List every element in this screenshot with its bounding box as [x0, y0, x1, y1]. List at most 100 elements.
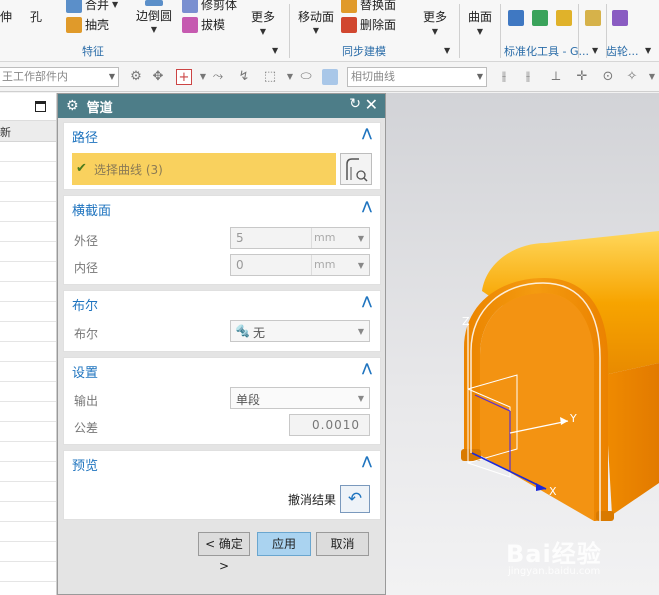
- select-part-icon[interactable]: ⚙: [128, 69, 144, 85]
- follow-fillet-icon[interactable]: ⫲: [520, 69, 536, 85]
- ribbon-shen[interactable]: 伸: [0, 8, 12, 25]
- ribbon-hole[interactable]: 孔: [30, 8, 42, 25]
- curve-rule-combo[interactable]: 相切曲线 ▼: [347, 67, 487, 87]
- list-item[interactable]: [0, 162, 56, 182]
- rectangle-select-icon[interactable]: ⬚: [262, 69, 278, 85]
- select-curve-field[interactable]: ✔ 选择曲线 (3): [72, 153, 336, 185]
- std-tool-1[interactable]: [508, 10, 524, 26]
- ribbon-edge-blend[interactable]: 边倒圆 ▼: [136, 0, 172, 34]
- section-header[interactable]: 布尔 ⋀: [64, 291, 380, 315]
- tolerance-input[interactable]: 0.0010: [289, 414, 370, 436]
- chevron-down-icon[interactable]: ▼: [282, 69, 298, 85]
- snap-options-icon[interactable]: ✧: [624, 69, 640, 85]
- chevron-down-icon[interactable]: ▼: [358, 234, 364, 243]
- group-expand-icon[interactable]: ▼: [444, 46, 450, 55]
- list-item[interactable]: [0, 462, 56, 482]
- chevron-down-icon: ▼: [476, 72, 483, 81]
- ribbon-shell[interactable]: 抽壳: [66, 16, 109, 33]
- group-expand-icon[interactable]: ▼: [272, 46, 278, 55]
- undo-result-button[interactable]: ↶: [340, 485, 370, 513]
- ribbon-more-1[interactable]: 更多 ▼: [251, 8, 275, 36]
- boolean-select[interactable]: 🔩 无 ▼: [230, 320, 370, 342]
- list-item[interactable]: [0, 222, 56, 242]
- list-item[interactable]: [0, 582, 56, 595]
- ribbon-delete-face[interactable]: 删除面: [341, 16, 396, 33]
- ok-button[interactable]: < 确定 >: [198, 532, 250, 573]
- list-item[interactable]: [0, 142, 56, 162]
- list-item[interactable]: [0, 202, 56, 222]
- gear-tool[interactable]: [612, 10, 628, 26]
- inner-diameter-input[interactable]: 0 mm ▼: [230, 254, 370, 276]
- select-face-icon[interactable]: ⬭: [298, 69, 314, 85]
- list-item[interactable]: [0, 402, 56, 422]
- ribbon-surface[interactable]: 曲面 ▼: [468, 8, 492, 36]
- snap-icon[interactable]: ✛: [574, 69, 590, 85]
- output-select[interactable]: 单段 ▼: [230, 387, 370, 409]
- ribbon-more-2[interactable]: 更多 ▼: [423, 8, 447, 36]
- outer-diameter-input[interactable]: 5 mm ▼: [230, 227, 370, 249]
- selection-scope-combo[interactable]: 王工作部件内 ▼: [0, 67, 119, 87]
- section-header[interactable]: 预览 ⋀: [64, 451, 380, 475]
- group-expand-icon[interactable]: ▼: [592, 46, 598, 55]
- stop-at-intersection-icon[interactable]: ⫲: [496, 69, 512, 85]
- axis-z-label: Z: [462, 315, 470, 328]
- select-edge-icon[interactable]: ⤳: [210, 69, 226, 85]
- ribbon-trim-body[interactable]: 修剪体: [182, 0, 237, 13]
- list-item[interactable]: [0, 522, 56, 542]
- list-item[interactable]: [0, 242, 56, 262]
- list-item[interactable]: [0, 382, 56, 402]
- chevron-up-icon[interactable]: ⋀: [362, 294, 372, 308]
- list-item[interactable]: [0, 262, 56, 282]
- gear-icon[interactable]: ⚙: [66, 98, 79, 114]
- curve-selection-button[interactable]: [340, 153, 372, 185]
- list-item[interactable]: [0, 282, 56, 302]
- list-item[interactable]: [0, 562, 56, 582]
- select-vertex-icon[interactable]: ↯: [236, 69, 252, 85]
- section-header[interactable]: 路径 ⋀: [64, 123, 380, 147]
- path-icon[interactable]: ⟂: [548, 69, 564, 85]
- model-view[interactable]: [386, 93, 659, 595]
- ribbon-draft[interactable]: 拔模: [182, 16, 225, 33]
- chevron-up-icon[interactable]: ⋀: [362, 361, 372, 375]
- navigator-column-header[interactable]: 新: [0, 121, 56, 142]
- list-item[interactable]: [0, 422, 56, 442]
- section-title: 设置: [72, 366, 99, 381]
- gear-tool-icon: [612, 10, 628, 26]
- reset-icon[interactable]: ↻: [349, 96, 361, 112]
- close-icon[interactable]: ✕: [365, 95, 378, 114]
- ribbon-unite[interactable]: 合并 ▼: [66, 0, 118, 13]
- chevron-down-icon[interactable]: ▼: [358, 261, 364, 270]
- list-item[interactable]: [0, 442, 56, 462]
- apply-button[interactable]: 应用: [257, 532, 311, 556]
- select-body-icon[interactable]: [322, 69, 338, 85]
- curve-icon: [346, 158, 368, 182]
- list-item[interactable]: [0, 302, 56, 322]
- group-expand-icon[interactable]: ▼: [645, 46, 651, 55]
- list-item[interactable]: [0, 542, 56, 562]
- chevron-up-icon[interactable]: ⋀: [362, 126, 372, 140]
- snap-point-icon[interactable]: +: [176, 69, 192, 85]
- section-header[interactable]: 设置 ⋀: [64, 358, 380, 382]
- select-feature-icon[interactable]: ✥: [150, 69, 166, 85]
- std-tool-3[interactable]: [556, 10, 572, 26]
- arc-center-icon[interactable]: ⊙: [600, 69, 616, 85]
- list-item[interactable]: [0, 362, 56, 382]
- std-tool-icon: [532, 10, 548, 26]
- list-item[interactable]: [0, 322, 56, 342]
- chevron-down-icon[interactable]: ▼: [644, 69, 659, 85]
- maximize-icon[interactable]: [35, 101, 46, 112]
- ribbon-move-face[interactable]: 移动面 ▼: [298, 8, 334, 35]
- chevron-down-icon[interactable]: ▼: [195, 69, 211, 85]
- cancel-button[interactable]: 取消: [316, 532, 369, 556]
- section-header[interactable]: 横截面 ⋀: [64, 196, 380, 220]
- chevron-up-icon[interactable]: ⋀: [362, 199, 372, 213]
- ribbon-replace-face[interactable]: 替换面: [341, 0, 396, 13]
- chevron-up-icon[interactable]: ⋀: [362, 454, 372, 468]
- list-item[interactable]: [0, 482, 56, 502]
- list-item[interactable]: [0, 342, 56, 362]
- list-item[interactable]: [0, 502, 56, 522]
- list-item[interactable]: [0, 182, 56, 202]
- std-tool-4[interactable]: [585, 10, 601, 26]
- std-tool-2[interactable]: [532, 10, 548, 26]
- graphics-viewport[interactable]: Z Y X: [386, 93, 659, 595]
